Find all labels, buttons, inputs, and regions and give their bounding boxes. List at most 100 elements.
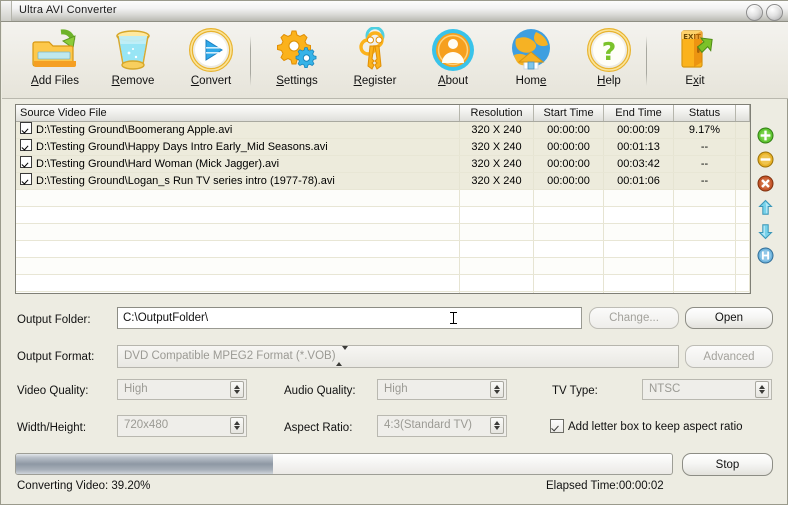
row-checkbox[interactable] <box>20 122 32 134</box>
progress-bar-fill <box>16 454 274 474</box>
chevron-up-icon <box>494 421 500 425</box>
table-row-empty[interactable] <box>16 207 750 224</box>
stop-button[interactable]: Stop <box>682 453 773 476</box>
row-checkbox[interactable] <box>20 139 32 151</box>
table-row[interactable]: D:\Testing Ground\Hard Woman (Mick Jagge… <box>16 156 750 173</box>
output-format-select[interactable]: DVD Compatible MPEG2 Format (*.VOB) <box>117 345 679 368</box>
column-header-status[interactable]: Status <box>674 105 736 121</box>
toolbar-button-settings[interactable]: Settings <box>258 26 336 96</box>
output-format-spinner[interactable] <box>335 346 348 366</box>
output-format-value: DVD Compatible MPEG2 Format (*.VOB) <box>124 350 336 362</box>
chevron-up-icon <box>234 421 240 425</box>
column-header-start-time[interactable]: Start Time <box>534 105 604 121</box>
toolbar-label-about: About <box>437 75 469 87</box>
table-row[interactable]: D:\Testing Ground\Boomerang Apple.avi 32… <box>16 122 750 139</box>
row-resolution: 320 X 240 <box>460 139 534 155</box>
conversion-status-text: Converting Video: 39.20% <box>17 480 151 492</box>
toolbar-button-convert[interactable]: Convert <box>172 26 250 96</box>
video-quality-spinner[interactable] <box>230 381 244 398</box>
audio-quality-value: High <box>384 383 408 395</box>
row-checkbox[interactable] <box>20 173 32 185</box>
row-end-time: 00:01:13 <box>604 139 674 155</box>
folder-add-icon <box>16 26 94 74</box>
output-folder-input[interactable]: C:\OutputFolder\ <box>117 307 582 329</box>
row-end-time: 00:01:06 <box>604 173 674 189</box>
gears-icon <box>258 26 336 74</box>
aspect-ratio-label: Aspect Ratio: <box>284 422 353 434</box>
toolbar-button-help[interactable]: ? Help <box>570 26 648 96</box>
table-row-empty[interactable] <box>16 292 750 293</box>
row-status: 9.17% <box>674 122 736 138</box>
toolbar-label-convert: Convert <box>190 75 232 87</box>
row-resolution: 320 X 240 <box>460 156 534 172</box>
table-row-empty[interactable] <box>16 258 750 275</box>
output-format-label: Output Format: <box>17 351 95 363</box>
remove-item-button[interactable] <box>757 151 774 168</box>
move-up-button[interactable] <box>757 199 774 216</box>
video-quality-value: High <box>124 383 148 395</box>
row-file-label: D:\Testing Ground\Hard Woman (Mick Jagge… <box>36 158 280 170</box>
add-item-button[interactable] <box>757 127 774 144</box>
move-down-button[interactable] <box>757 223 774 240</box>
row-end-time: 00:03:42 <box>604 156 674 172</box>
toolbar-label-register: Register <box>353 75 397 87</box>
aspect-ratio-select[interactable]: 4:3(Standard TV) <box>377 415 507 437</box>
column-header-end-time[interactable]: End Time <box>604 105 674 121</box>
row-spacer <box>736 122 750 138</box>
advanced-button[interactable]: Advanced <box>685 345 773 368</box>
video-quality-select[interactable]: High <box>117 379 247 400</box>
row-file-cell[interactable]: D:\Testing Ground\Happy Days Intro Early… <box>16 139 460 155</box>
row-checkbox[interactable] <box>20 156 32 168</box>
table-row-empty[interactable] <box>16 241 750 258</box>
row-file-cell[interactable]: D:\Testing Ground\Hard Woman (Mick Jagge… <box>16 156 460 172</box>
audio-quality-select[interactable]: High <box>377 379 507 400</box>
toolbar-button-home[interactable]: Home <box>492 26 570 96</box>
row-status: -- <box>674 156 736 172</box>
open-button[interactable]: Open <box>685 307 773 329</box>
progress-bar <box>15 453 673 475</box>
width-height-label: Width/Height: <box>17 422 87 434</box>
column-header-resolution[interactable]: Resolution <box>460 105 534 121</box>
tv-type-label: TV Type: <box>552 385 598 397</box>
tv-type-select[interactable]: NTSC <box>642 379 772 400</box>
width-height-select[interactable]: 720x480 <box>117 415 247 437</box>
merge-button[interactable] <box>757 247 774 264</box>
audio-quality-label: Audio Quality: <box>284 385 356 397</box>
column-header-source-file[interactable]: Source Video File <box>16 105 460 121</box>
row-status: -- <box>674 173 736 189</box>
chevron-down-icon <box>234 390 240 394</box>
file-list[interactable]: Source Video File Resolution Start Time … <box>15 104 751 294</box>
width-height-spinner[interactable] <box>230 417 244 434</box>
table-row[interactable]: D:\Testing Ground\Happy Days Intro Early… <box>16 139 750 156</box>
row-spacer <box>736 139 750 155</box>
table-row[interactable]: D:\Testing Ground\Logan_s Run TV series … <box>16 173 750 190</box>
trash-bin-icon <box>94 26 172 74</box>
audio-quality-spinner[interactable] <box>490 381 504 398</box>
toolbar-button-exit[interactable]: EXIT Exit <box>656 26 734 96</box>
change-button[interactable]: Change... <box>589 307 679 329</box>
toolbar-button-about[interactable]: About <box>414 26 492 96</box>
toolbar-separator-1 <box>250 36 251 86</box>
chevron-up-icon <box>335 350 342 366</box>
tv-type-spinner[interactable] <box>755 381 769 398</box>
maximize-button[interactable] <box>766 4 783 21</box>
toolbar-button-add-files[interactable]: Add Files <box>16 26 94 96</box>
window-title: Ultra AVI Converter <box>19 4 117 16</box>
table-row-empty[interactable] <box>16 190 750 207</box>
minimize-button[interactable] <box>746 4 763 21</box>
toolbar-button-register[interactable]: Register <box>336 26 414 96</box>
clear-all-button[interactable] <box>757 175 774 192</box>
row-file-cell[interactable]: D:\Testing Ground\Boomerang Apple.avi <box>16 122 460 138</box>
app-window: Ultra AVI Converter Add Files Remove Con… <box>0 0 788 505</box>
file-list-body: D:\Testing Ground\Boomerang Apple.avi 32… <box>16 122 750 293</box>
elapsed-time-text: Elapsed Time:00:00:02 <box>546 480 664 492</box>
row-file-cell[interactable]: D:\Testing Ground\Logan_s Run TV series … <box>16 173 460 189</box>
table-row-empty[interactable] <box>16 275 750 292</box>
aspect-ratio-spinner[interactable] <box>490 417 504 434</box>
row-resolution: 320 X 240 <box>460 122 534 138</box>
row-end-time: 00:00:09 <box>604 122 674 138</box>
toolbar-button-remove[interactable]: Remove <box>94 26 172 96</box>
letterbox-checkbox[interactable] <box>550 419 564 433</box>
row-file-label: D:\Testing Ground\Happy Days Intro Early… <box>36 141 328 153</box>
table-row-empty[interactable] <box>16 224 750 241</box>
